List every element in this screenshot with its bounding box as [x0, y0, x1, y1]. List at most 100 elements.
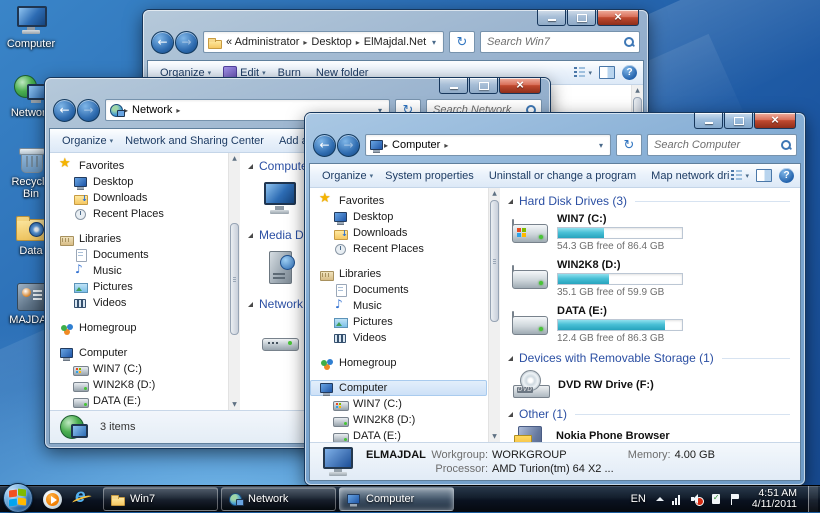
internet-explorer-launcher[interactable] — [67, 486, 97, 511]
forward-button[interactable]: → — [175, 30, 198, 54]
language-indicator[interactable]: EN — [631, 493, 646, 505]
toolbar-item[interactable]: Map network drive — [645, 166, 729, 185]
back-button[interactable]: ← — [53, 98, 76, 122]
close-button[interactable] — [754, 113, 796, 129]
breadcrumb-segment[interactable]: Network — [128, 104, 176, 116]
search-icon[interactable] — [780, 139, 792, 151]
nav-item[interactable]: Favorites — [50, 156, 227, 174]
nav-item[interactable]: Recent Places — [50, 206, 227, 222]
toolbar-item[interactable]: Organize ▾ — [316, 166, 379, 185]
search-input[interactable] — [652, 138, 780, 152]
network-signal-icon[interactable] — [671, 493, 684, 505]
nav-item[interactable]: WIN7 (C:) — [50, 361, 227, 377]
maximize-button[interactable] — [724, 113, 753, 129]
change-view-button[interactable]: ▾ — [574, 67, 592, 78]
taskbar-window-button[interactable]: Network — [221, 487, 336, 511]
nav-item[interactable]: Libraries — [310, 266, 487, 282]
maximize-button[interactable] — [469, 78, 498, 94]
maximize-button[interactable] — [567, 10, 596, 26]
scrollbar[interactable]: ▲ ▼ — [488, 188, 500, 442]
capacity-bar — [557, 319, 683, 331]
nav-item[interactable]: Videos — [50, 295, 227, 311]
remove-hardware-icon[interactable] — [710, 493, 722, 505]
nav-item[interactable]: WIN2K8 (D:) — [310, 412, 487, 428]
drive-item[interactable]: WIN7 (C:) 54.3 GB free of 86.4 GB — [512, 213, 790, 252]
toolbar-item[interactable]: Uninstall or change a program — [483, 166, 645, 185]
nav-item[interactable]: Desktop — [310, 209, 487, 225]
nav-item[interactable]: Computer — [310, 380, 487, 396]
nav-item[interactable]: Homegroup — [310, 355, 487, 371]
title-bar[interactable] — [45, 78, 550, 98]
nav-item[interactable]: Pictures — [50, 279, 227, 295]
minimize-button[interactable] — [694, 113, 723, 129]
search-icon[interactable] — [623, 36, 635, 48]
toolbar-item[interactable]: Network and Sharing Center — [119, 131, 273, 150]
nav-item[interactable]: DATA (E:) — [310, 428, 487, 442]
back-button[interactable]: ← — [313, 133, 336, 157]
refresh-button[interactable] — [616, 134, 642, 156]
nav-item[interactable]: Libraries — [50, 231, 227, 247]
breadcrumb-segment[interactable]: « Administrator ▸ — [222, 36, 307, 48]
start-button[interactable] — [3, 482, 33, 513]
minimize-button[interactable] — [439, 78, 468, 94]
task-button-icon — [346, 492, 361, 507]
help-button[interactable] — [779, 168, 794, 183]
preview-pane-button[interactable] — [599, 66, 615, 79]
nav-item[interactable]: DATA (E:) — [50, 393, 227, 409]
hard-drive-icon — [512, 266, 548, 292]
desktop-icon[interactable]: Computer — [2, 6, 60, 50]
clock[interactable]: 4:51 AM 4/11/2011 — [752, 488, 797, 510]
back-button[interactable]: ← — [151, 30, 174, 54]
nav-item[interactable]: Music — [50, 262, 227, 279]
nav-item[interactable]: Homegroup — [50, 320, 227, 336]
toolbar-item[interactable]: Organize ▾ — [56, 131, 119, 150]
group-header-hard-disk-drives[interactable]: Hard Disk Drives (3) — [508, 194, 790, 208]
nav-item[interactable]: Recent Places — [310, 241, 487, 257]
nav-item[interactable]: Pictures — [310, 314, 487, 330]
nav-item[interactable]: Downloads — [310, 225, 487, 241]
title-bar[interactable] — [305, 113, 805, 133]
close-button[interactable] — [499, 78, 541, 94]
nav-item[interactable]: WIN7 (C:) — [310, 396, 487, 412]
taskbar-window-button[interactable]: Computer — [339, 487, 454, 511]
action-center-icon[interactable] — [729, 493, 741, 505]
breadcrumb-dropdown-icon[interactable]: ▾ — [595, 141, 607, 150]
nav-item[interactable]: Desktop — [50, 174, 227, 190]
title-bar[interactable] — [143, 10, 648, 30]
forward-button[interactable]: → — [337, 133, 360, 157]
breadcrumb[interactable]: « Administrator▸ Desktop▸ ElMajdal.Net▸ … — [203, 31, 444, 53]
search-input[interactable] — [485, 35, 623, 49]
dvd-drive-item[interactable]: DVD RW Drive (F:) — [512, 369, 790, 401]
breadcrumb-segment[interactable]: Desktop ▸ — [307, 36, 359, 48]
nav-item[interactable]: Downloads — [50, 190, 227, 206]
refresh-button[interactable] — [449, 31, 475, 53]
change-view-button[interactable]: ▾ — [731, 170, 749, 181]
close-button[interactable] — [597, 10, 639, 26]
minimize-button[interactable] — [537, 10, 566, 26]
nokia-phone-browser-item[interactable]: Nokia Phone Browser System Folder — [512, 425, 790, 442]
help-button[interactable] — [622, 65, 637, 80]
breadcrumb[interactable]: ▸ Computer ▸ ▾ — [365, 134, 611, 156]
scrollbar[interactable]: ▲ ▼ — [228, 153, 240, 410]
media-player-launcher[interactable] — [37, 487, 67, 511]
drive-item[interactable]: WIN2K8 (D:) 35.1 GB free of 59.9 GB — [512, 259, 790, 298]
group-header-removable-storage[interactable]: Devices with Removable Storage (1) — [508, 351, 790, 365]
breadcrumb-dropdown-icon[interactable]: ▾ — [428, 38, 440, 47]
breadcrumb-segment[interactable]: ElMajdal.Net▸ — [360, 36, 428, 48]
nav-item[interactable]: WIN2K8 (D:) — [50, 377, 227, 393]
nav-item[interactable]: Favorites — [310, 191, 487, 209]
toolbar-item[interactable]: System properties — [379, 166, 483, 185]
breadcrumb-segment[interactable]: Computer — [388, 139, 444, 151]
volume-muted-icon[interactable] — [690, 493, 704, 506]
nav-item[interactable]: Videos — [310, 330, 487, 346]
preview-pane-button[interactable] — [756, 169, 772, 182]
drives-pane: Hard Disk Drives (3) WIN7 (C:) 54.3 GB f… — [500, 188, 800, 442]
taskbar-window-button[interactable]: Win7 — [103, 487, 218, 511]
drive-item[interactable]: DATA (E:) 12.4 GB free of 86.3 GB — [512, 305, 790, 344]
hidden-icons-chevron[interactable] — [653, 493, 665, 505]
group-header-other[interactable]: Other (1) — [508, 407, 790, 421]
forward-button[interactable]: → — [77, 98, 100, 122]
nav-item[interactable]: Computer — [50, 345, 227, 361]
show-desktop-button[interactable] — [808, 486, 818, 512]
nav-item[interactable]: Music — [310, 297, 487, 314]
